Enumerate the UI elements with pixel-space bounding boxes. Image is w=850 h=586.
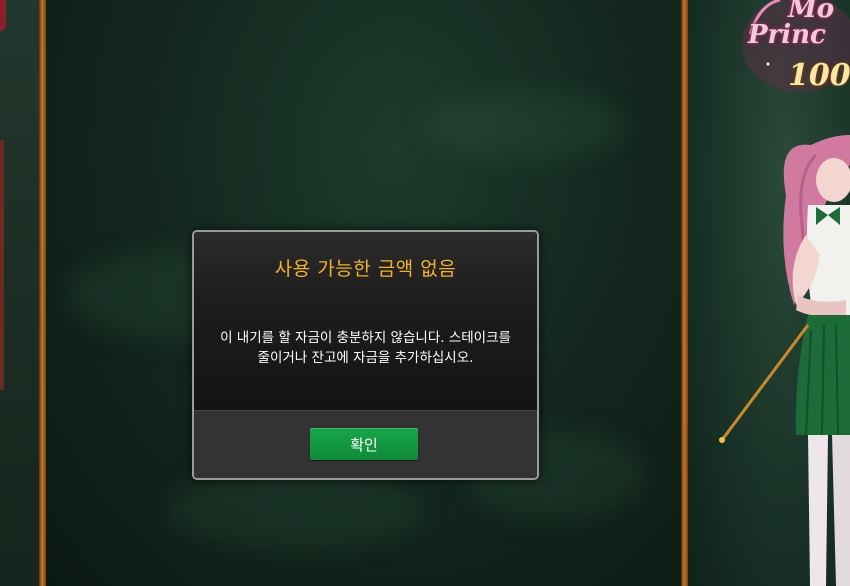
reel-frame-left [39,0,46,586]
confirm-button[interactable]: 확인 [310,428,418,460]
logo-text-line2: Princ [748,20,826,50]
reel-frame-right [681,0,688,586]
game-screen: Mo Princ 100 사용 가능한 금액 없음 이 내기를 할 자금이 충분… [0,0,850,586]
game-logo: Mo Princ 100 [740,0,850,104]
side-strip-decoration [0,140,4,390]
dialog-message-line1: 이 내기를 할 자금이 충분하지 않습니다. 스테이크를 [220,330,511,346]
logo-text-line3: 100 [788,58,850,93]
insufficient-funds-dialog: 사용 가능한 금액 없음 이 내기를 할 자금이 충분하지 않습니다. 스테이크… [192,230,539,480]
side-gem-decoration [0,0,6,32]
dialog-message-line2: 줄이거나 잔고에 자금을 추가하십시오. [257,350,474,366]
princess-character-illustration [719,135,850,586]
mist-decoration [166,470,426,550]
dialog-message: 이 내기를 할 자금이 충분하지 않습니다. 스테이크를 줄이거나 잔고에 자금… [194,328,537,368]
left-side-panel [0,0,40,586]
dialog-title: 사용 가능한 금액 없음 [274,258,457,280]
mist-decoration [426,90,626,160]
dialog-body: 사용 가능한 금액 없음 이 내기를 할 자금이 충분하지 않습니다. 스테이크… [194,232,537,410]
